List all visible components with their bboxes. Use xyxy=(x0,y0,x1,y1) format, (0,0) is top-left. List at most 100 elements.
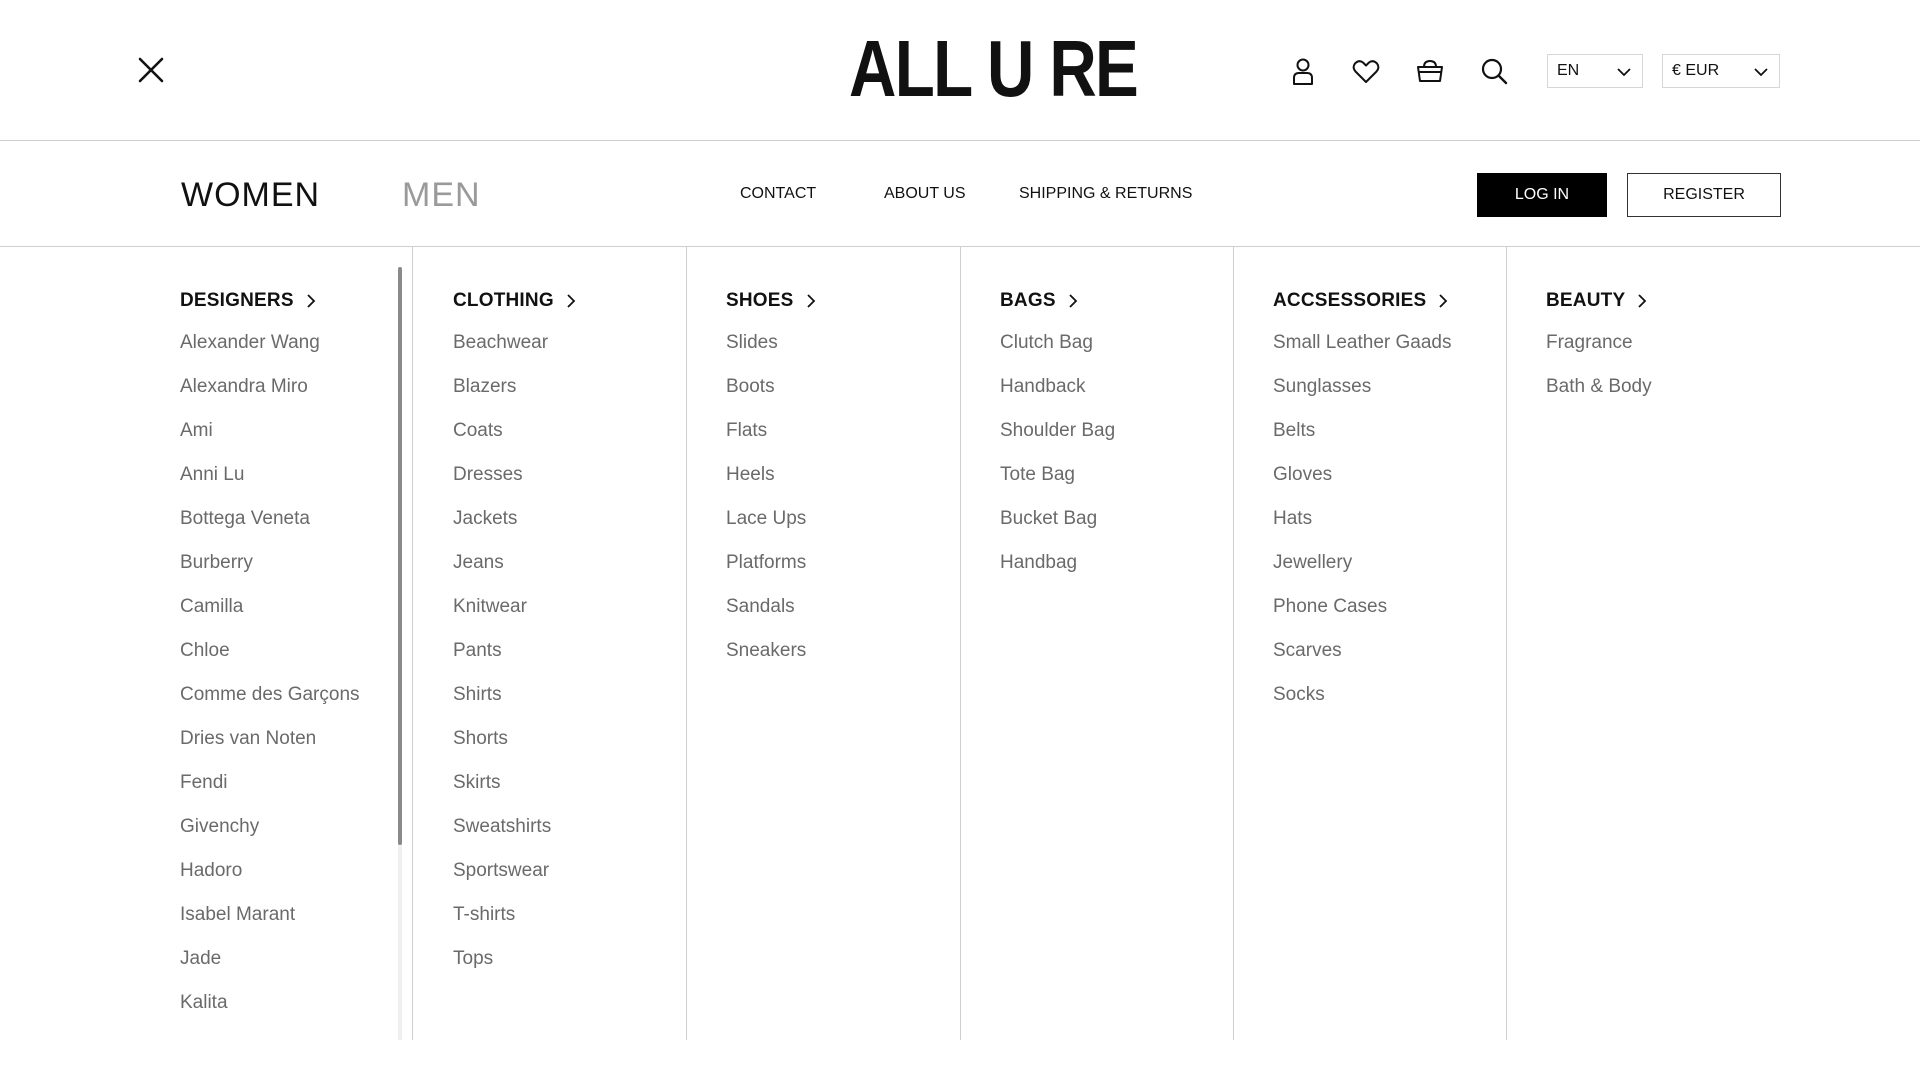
bags-title: BAGS xyxy=(1000,290,1056,311)
heart-icon[interactable] xyxy=(1350,55,1382,87)
bags-column: BAGS Clutch Bag Handback Shoulder Bag To… xyxy=(1000,247,1230,1040)
nav-link-contact[interactable]: CONTACT xyxy=(740,185,816,203)
list-item[interactable]: Phone Cases xyxy=(1273,595,1452,639)
list-item[interactable]: Knitwear xyxy=(453,595,551,639)
nav-link-about-us[interactable]: ABOUT US xyxy=(884,185,966,203)
list-item[interactable]: Sandals xyxy=(726,595,806,639)
list-item[interactable]: Heels xyxy=(726,463,806,507)
bags-heading[interactable]: BAGS xyxy=(1000,290,1078,312)
list-item[interactable]: Lace Ups xyxy=(726,507,806,551)
tab-men[interactable]: MEN xyxy=(402,177,481,213)
list-item[interactable]: Slides xyxy=(726,331,806,375)
list-item[interactable]: Socks xyxy=(1273,683,1452,727)
list-item[interactable]: Sweatshirts xyxy=(453,815,551,859)
list-item[interactable]: Bath & Body xyxy=(1546,375,1652,419)
list-item[interactable]: Fendi xyxy=(180,771,360,815)
list-item[interactable]: Alexander Wang xyxy=(180,331,360,375)
logo[interactable]: ALL U RE xyxy=(849,29,1139,109)
list-item[interactable]: Anni Lu xyxy=(180,463,360,507)
scrollbar-thumb[interactable] xyxy=(398,267,402,845)
user-icon[interactable] xyxy=(1287,55,1319,87)
list-item[interactable]: Jewellery xyxy=(1273,551,1452,595)
list-item[interactable]: Jeans xyxy=(453,551,551,595)
list-item[interactable]: Alexandra Miro xyxy=(180,375,360,419)
list-item[interactable]: Scarves xyxy=(1273,639,1452,683)
list-item[interactable]: Sneakers xyxy=(726,639,806,683)
list-item[interactable]: Jade xyxy=(180,947,360,991)
list-item[interactable]: Fragrance xyxy=(1546,331,1652,375)
clothing-title: CLOTHING xyxy=(453,290,554,311)
list-item[interactable]: Handbag xyxy=(1000,551,1115,595)
chevron-right-icon xyxy=(806,294,815,308)
list-item[interactable]: Shorts xyxy=(453,727,551,771)
list-item[interactable]: Handback xyxy=(1000,375,1115,419)
login-button[interactable]: LOG IN xyxy=(1477,173,1607,217)
list-item[interactable]: Clutch Bag xyxy=(1000,331,1115,375)
list-item[interactable]: Blazers xyxy=(453,375,551,419)
nav-link-shipping-returns[interactable]: SHIPPING & RETURNS xyxy=(1019,185,1192,203)
list-item[interactable]: Burberry xyxy=(180,551,360,595)
list-item[interactable]: Chloe xyxy=(180,639,360,683)
clothing-heading[interactable]: CLOTHING xyxy=(453,290,576,312)
nav-bar: WOMEN MEN CONTACT ABOUT US SHIPPING & RE… xyxy=(0,141,1920,247)
column-divider xyxy=(412,247,413,1040)
tab-women[interactable]: WOMEN xyxy=(181,177,320,213)
list-item[interactable]: Sunglasses xyxy=(1273,375,1452,419)
beauty-title: BEAUTY xyxy=(1546,290,1626,311)
language-select[interactable]: EN xyxy=(1547,54,1643,88)
designers-column: DESIGNERS Alexander Wang Alexandra Miro … xyxy=(180,247,410,1040)
bags-list: Clutch Bag Handback Shoulder Bag Tote Ba… xyxy=(1000,331,1115,595)
shoes-title: SHOES xyxy=(726,290,794,311)
list-item[interactable]: Hats xyxy=(1273,507,1452,551)
shoes-list: Slides Boots Flats Heels Lace Ups Platfo… xyxy=(726,331,806,683)
close-icon[interactable] xyxy=(136,55,166,85)
beauty-list: Fragrance Bath & Body xyxy=(1546,331,1652,419)
search-icon[interactable] xyxy=(1478,55,1510,87)
clothing-list: Beachwear Blazers Coats Dresses Jackets … xyxy=(453,331,551,991)
designers-list: Alexander Wang Alexandra Miro Ami Anni L… xyxy=(180,331,360,1035)
language-value: EN xyxy=(1557,62,1580,79)
column-divider xyxy=(686,247,687,1040)
list-item[interactable]: Shirts xyxy=(453,683,551,727)
list-item[interactable]: Bottega Veneta xyxy=(180,507,360,551)
list-item[interactable]: Gloves xyxy=(1273,463,1452,507)
list-item[interactable]: Pants xyxy=(453,639,551,683)
list-item[interactable]: Comme des Garçons xyxy=(180,683,360,727)
column-divider xyxy=(1233,247,1234,1040)
list-item[interactable]: Shoulder Bag xyxy=(1000,419,1115,463)
basket-icon[interactable] xyxy=(1414,55,1446,87)
list-item[interactable]: Sportswear xyxy=(453,859,551,903)
beauty-heading[interactable]: BEAUTY xyxy=(1546,290,1647,312)
beauty-column: BEAUTY Fragrance Bath & Body xyxy=(1546,247,1776,1040)
list-item[interactable]: Ami xyxy=(180,419,360,463)
shoes-heading[interactable]: SHOES xyxy=(726,290,816,312)
list-item[interactable]: Kalita xyxy=(180,991,360,1035)
list-item[interactable]: Camilla xyxy=(180,595,360,639)
list-item[interactable]: Skirts xyxy=(453,771,551,815)
list-item[interactable]: Dresses xyxy=(453,463,551,507)
list-item[interactable]: Beachwear xyxy=(453,331,551,375)
chevron-right-icon xyxy=(307,294,315,308)
list-item[interactable]: Boots xyxy=(726,375,806,419)
list-item[interactable]: Hadoro xyxy=(180,859,360,903)
list-item[interactable]: Tops xyxy=(453,947,551,991)
list-item[interactable]: Tote Bag xyxy=(1000,463,1115,507)
list-item[interactable]: Jackets xyxy=(453,507,551,551)
list-item[interactable]: Coats xyxy=(453,419,551,463)
list-item[interactable]: Small Leather Gaads xyxy=(1273,331,1452,375)
list-item[interactable]: Belts xyxy=(1273,419,1452,463)
designers-heading[interactable]: DESIGNERS xyxy=(180,290,316,312)
register-button[interactable]: REGISTER xyxy=(1627,173,1781,217)
list-item[interactable]: Dries van Noten xyxy=(180,727,360,771)
list-item[interactable]: T-shirts xyxy=(453,903,551,947)
list-item[interactable]: Givenchy xyxy=(180,815,360,859)
accessories-title: ACCSESSORIES xyxy=(1273,290,1427,311)
accessories-heading[interactable]: ACCSESSORIES xyxy=(1273,290,1448,312)
list-item[interactable]: Isabel Marant xyxy=(180,903,360,947)
list-item[interactable]: Platforms xyxy=(726,551,806,595)
currency-select[interactable]: € EUR xyxy=(1662,54,1780,88)
chevron-down-icon xyxy=(1753,65,1769,77)
list-item[interactable]: Bucket Bag xyxy=(1000,507,1115,551)
chevron-right-icon xyxy=(1638,294,1647,308)
list-item[interactable]: Flats xyxy=(726,419,806,463)
